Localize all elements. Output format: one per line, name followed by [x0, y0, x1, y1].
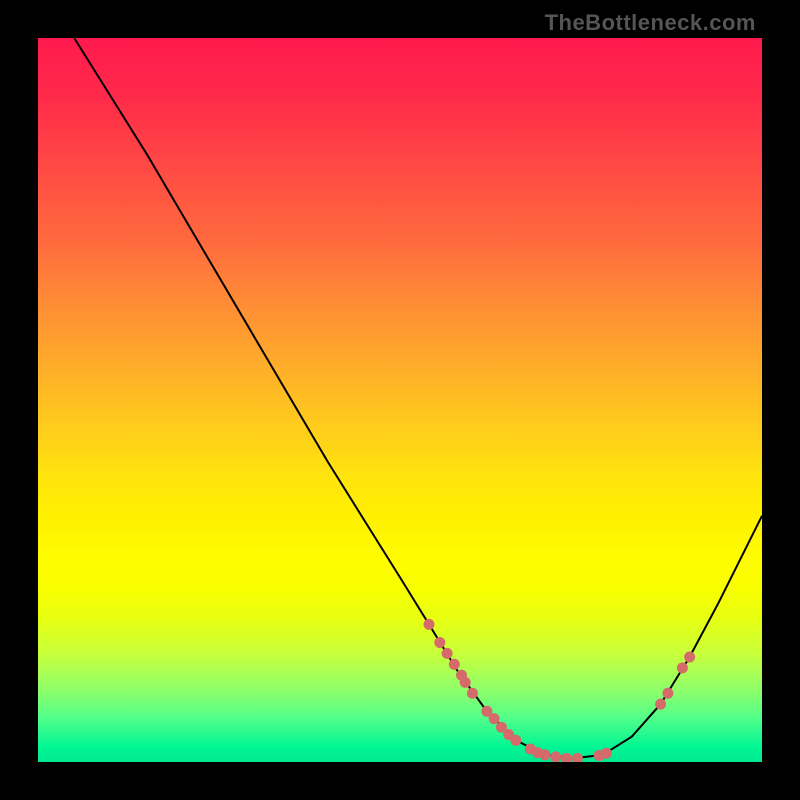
highlight-dot [449, 659, 460, 670]
highlight-dots [424, 619, 696, 762]
highlight-dot [424, 619, 435, 630]
highlight-dot [662, 688, 673, 699]
bottleneck-chart: TheBottleneck.com [0, 0, 800, 800]
highlight-dot [460, 677, 471, 688]
highlight-dot [550, 751, 561, 762]
plot-area [38, 38, 762, 762]
highlight-dot [489, 713, 500, 724]
highlight-dot [467, 688, 478, 699]
highlight-dot [677, 662, 688, 673]
curve-layer [38, 38, 762, 762]
highlight-dot [539, 749, 550, 760]
highlight-dot [684, 652, 695, 663]
highlight-dot [655, 699, 666, 710]
highlight-dot [601, 748, 612, 759]
bottleneck-curve [74, 38, 762, 758]
highlight-dot [434, 637, 445, 648]
watermark-text: TheBottleneck.com [545, 10, 756, 36]
highlight-dot [572, 753, 583, 762]
highlight-dot [442, 648, 453, 659]
highlight-dot [561, 753, 572, 762]
highlight-dot [510, 735, 521, 746]
